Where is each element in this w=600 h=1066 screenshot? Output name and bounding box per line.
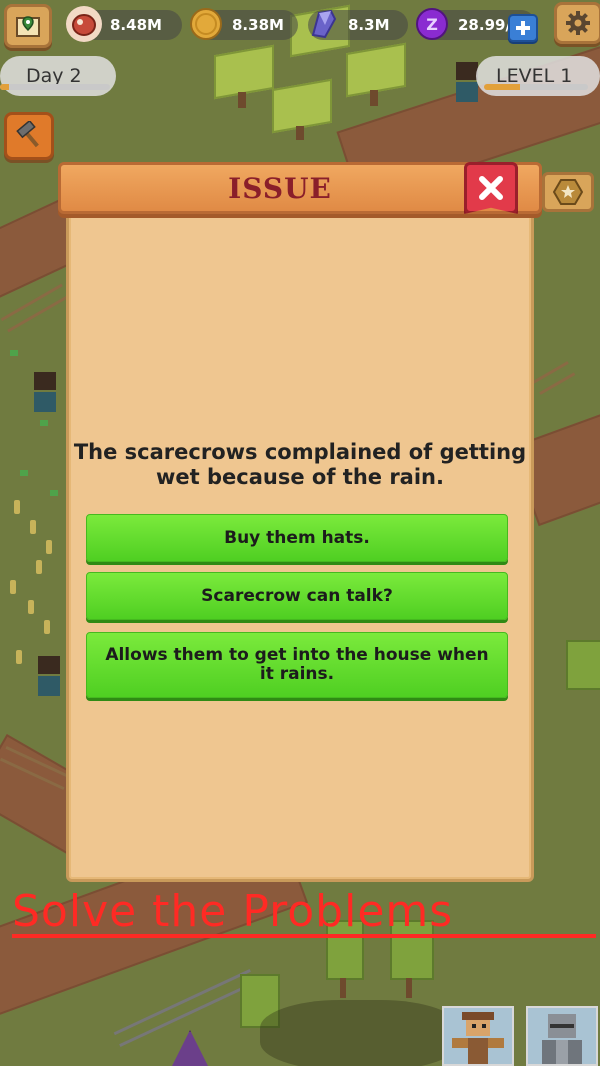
day-indicator: Day 2 — [0, 56, 116, 96]
villager — [456, 62, 478, 106]
meat-amount: 8.48M — [110, 16, 162, 34]
close-button[interactable] — [464, 162, 518, 214]
knight-icon — [528, 1008, 596, 1064]
villager — [38, 656, 60, 700]
scarecrow-icon — [444, 1008, 512, 1064]
tree-shadow — [260, 1000, 460, 1066]
map-button[interactable] — [4, 4, 52, 48]
crystal-amount: 8.3M — [348, 16, 390, 34]
crop — [30, 520, 36, 534]
issue-question: The scarecrows complained of getting wet… — [73, 440, 527, 489]
promo-underline — [12, 934, 596, 938]
pine-tree — [566, 640, 600, 700]
day-progress-bar — [0, 84, 110, 90]
knight-portrait[interactable] — [526, 1006, 598, 1066]
crop — [10, 580, 16, 594]
dialog-title: ISSUE — [228, 171, 332, 205]
sprout — [20, 470, 28, 476]
build-button[interactable] — [4, 112, 54, 160]
option-label: Allows them to get into the house when i… — [105, 645, 489, 684]
svg-text:Z: Z — [426, 15, 438, 34]
crystal-icon — [304, 6, 340, 42]
star-badge-icon — [553, 179, 583, 205]
promo-caption: Solve the Problems — [12, 886, 454, 937]
close-icon — [479, 176, 503, 200]
scarecrow-portrait[interactable] — [442, 1006, 514, 1066]
sprout — [10, 350, 18, 356]
resource-coins: 8.38M — [190, 8, 298, 40]
villager — [34, 372, 56, 416]
option-label: Buy them hats. — [224, 527, 370, 548]
meat-icon — [66, 6, 102, 42]
resource-meat: 8.48M — [66, 6, 182, 42]
sprout — [40, 420, 48, 426]
crop — [16, 650, 22, 664]
tree — [346, 42, 406, 108]
option-let-into-house-button[interactable]: Allows them to get into the house when i… — [86, 632, 508, 698]
crop — [36, 560, 42, 574]
crop — [28, 600, 34, 614]
level-progress-bar — [484, 84, 588, 90]
crop — [14, 500, 20, 514]
coin-icon — [188, 6, 224, 42]
settings-button[interactable] — [554, 2, 600, 44]
crop — [46, 540, 52, 554]
level-indicator: LEVEL 1 — [476, 56, 600, 96]
crop — [44, 620, 50, 634]
add-premium-button[interactable] — [508, 14, 538, 42]
achievement-button[interactable] — [542, 172, 594, 212]
resource-crystal: 8.3M — [308, 9, 408, 40]
hammer-icon — [16, 121, 39, 148]
tree — [272, 78, 332, 144]
option-buy-hats-button[interactable]: Buy them hats. — [86, 514, 508, 562]
option-scarecrow-talk-button[interactable]: Scarecrow can talk? — [86, 572, 508, 620]
gear-icon — [566, 11, 590, 35]
tent — [170, 1030, 210, 1066]
map-pin-icon — [16, 16, 40, 37]
option-label: Scarecrow can talk? — [201, 585, 393, 606]
coins-amount: 8.38M — [232, 16, 284, 34]
plus-icon — [516, 21, 530, 35]
tree — [214, 44, 274, 110]
sprout — [50, 490, 58, 496]
premium-amount: 28.99/ — [458, 16, 511, 34]
premium-coin-icon: Z — [414, 6, 450, 42]
